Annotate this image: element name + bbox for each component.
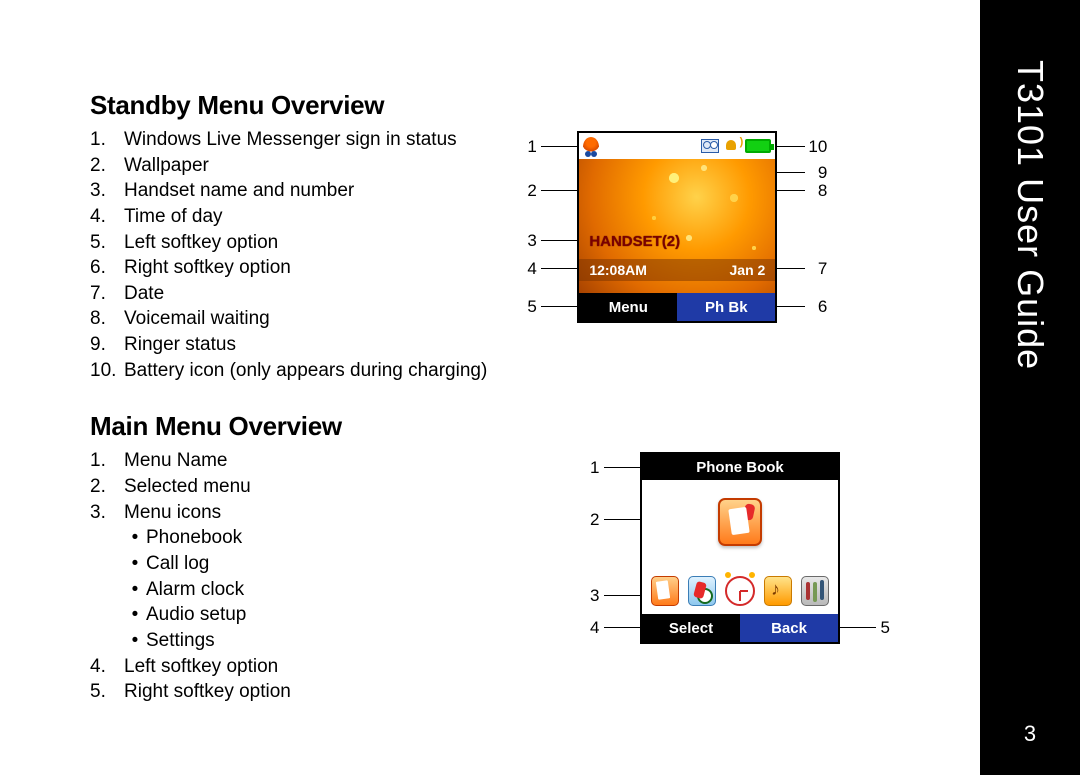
- handset-name: HANDSET(2): [589, 233, 680, 250]
- mainmenu-heading: Main Menu Overview: [90, 411, 950, 442]
- m-callout-left-3: 3: [590, 586, 599, 606]
- main-left-softkey[interactable]: Select: [642, 614, 740, 642]
- main-item-1: Menu Name: [124, 448, 228, 474]
- settings-icon[interactable]: [801, 576, 829, 606]
- callout-right-10: 10: [808, 137, 827, 157]
- menu-icons-list: Phonebook Call log Alarm clock Audio set…: [124, 525, 510, 653]
- status-bar: [579, 133, 775, 159]
- time-date-bar: 12:08AM Jan 2: [579, 259, 775, 281]
- main-item-3: Menu icons: [124, 500, 221, 526]
- right-softkey[interactable]: Ph Bk: [677, 293, 775, 321]
- side-tab: T3101 User Guide 3: [980, 0, 1080, 775]
- main-item-2: Selected menu: [124, 474, 251, 500]
- alarm-clock-icon[interactable]: [725, 576, 755, 606]
- menu-icon-calllog: Call log: [124, 551, 510, 577]
- menu-icon-settings: Settings: [124, 628, 510, 654]
- mainmenu-list: 1.Menu Name 2.Selected menu 3.Menu icons…: [90, 448, 510, 704]
- callout-left-3: 3: [527, 231, 536, 251]
- standby-item-10: Battery icon (only appears during chargi…: [124, 358, 487, 384]
- callout-left-4: 4: [527, 259, 536, 279]
- left-softkey[interactable]: Menu: [579, 293, 677, 321]
- menu-icon-alarmclock: Alarm clock: [124, 577, 510, 603]
- main-right-softkey[interactable]: Back: [740, 614, 838, 642]
- main-item-4: Left softkey option: [124, 654, 278, 680]
- callout-right-8: 8: [818, 181, 827, 201]
- standby-item-9: Ringer status: [124, 332, 236, 358]
- selected-menu-icon[interactable]: [718, 498, 762, 546]
- standby-item-4: Time of day: [124, 204, 223, 230]
- menu-icon-phonebook: Phonebook: [124, 525, 510, 551]
- phonebook-icon[interactable]: [651, 576, 679, 606]
- callout-right-6: 6: [818, 297, 827, 317]
- callout-left-5: 5: [527, 297, 536, 317]
- callout-left-2: 2: [527, 181, 536, 201]
- callout-left-1: 1: [527, 137, 536, 157]
- callout-right-9: 9: [818, 163, 827, 183]
- standby-heading: Standby Menu Overview: [90, 90, 950, 121]
- page-number: 3: [980, 721, 1080, 747]
- page-content: Standby Menu Overview 1.Windows Live Mes…: [0, 0, 980, 775]
- m-callout-left-2: 2: [590, 510, 599, 530]
- callout-right-7: 7: [818, 259, 827, 279]
- menu-title: Phone Book: [642, 454, 838, 480]
- ringer-status-icon: [724, 138, 740, 154]
- date: Jan 2: [730, 262, 766, 278]
- m-callout-left-1: 1: [590, 458, 599, 478]
- standby-item-2: Wallpaper: [124, 153, 209, 179]
- standby-list: 1.Windows Live Messenger sign in status …: [90, 127, 487, 383]
- standby-item-8: Voicemail waiting: [124, 306, 270, 332]
- main-item-5: Right softkey option: [124, 679, 291, 705]
- voicemail-icon: [701, 139, 719, 153]
- document-title: T3101 User Guide: [1009, 60, 1051, 370]
- messenger-status-icon: [583, 137, 599, 155]
- time-of-day: 12:08AM: [589, 262, 647, 278]
- audio-setup-icon[interactable]: [764, 576, 792, 606]
- standby-item-7: Date: [124, 281, 164, 307]
- standby-item-6: Right softkey option: [124, 255, 291, 281]
- standby-item-5: Left softkey option: [124, 230, 278, 256]
- m-callout-left-4: 4: [590, 618, 599, 638]
- menu-icon-audiosetup: Audio setup: [124, 602, 510, 628]
- wallpaper: HANDSET(2) 12:08AM Jan 2: [579, 133, 775, 293]
- m-callout-right-5: 5: [881, 618, 890, 638]
- standby-item-1: Windows Live Messenger sign in status: [124, 127, 457, 153]
- menu-body: [642, 480, 838, 614]
- standby-item-3: Handset name and number: [124, 178, 354, 204]
- call-log-icon[interactable]: [688, 576, 716, 606]
- battery-icon: [745, 139, 771, 153]
- menu-icon-row: [642, 576, 838, 606]
